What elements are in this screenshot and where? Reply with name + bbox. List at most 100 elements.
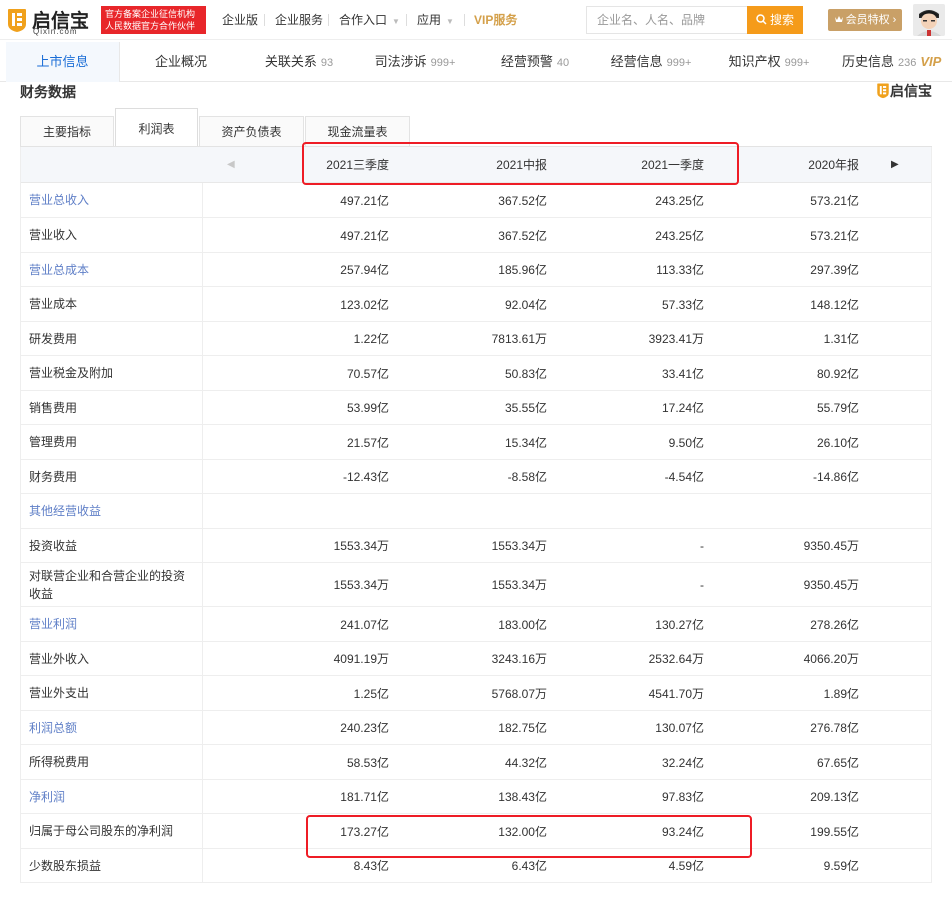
cell-value: 4541.70万 <box>648 686 704 701</box>
tab-intellectual-property[interactable]: 知识产权 999+ <box>712 42 826 82</box>
cell-value: 297.39亿 <box>810 263 859 277</box>
row-label[interactable]: 营业总收入 <box>21 183 203 217</box>
cell-value: 199.55亿 <box>810 824 859 839</box>
cell-value: 3243.16万 <box>491 652 547 666</box>
row-label[interactable]: 净利润 <box>21 780 203 813</box>
tab-count: 999+ <box>784 57 810 69</box>
cell-value <box>211 494 389 528</box>
row-label: 管理费用 <box>21 425 203 459</box>
member-privilege-button[interactable]: 会员特权 › <box>828 9 902 31</box>
user-avatar-icon <box>913 4 945 36</box>
nav-divider <box>264 14 265 26</box>
period-header: 2021一季度 <box>641 158 704 172</box>
nav-apps[interactable]: 应用 ▼ <box>417 0 454 40</box>
table-row: 营业利润 241.07亿 183.00亿 130.27亿 278.26亿 <box>21 607 931 642</box>
avatar[interactable] <box>913 4 945 36</box>
statement-tabs: 主要指标 利润表 资产负债表 现金流量表 <box>20 108 932 146</box>
tab-key-indicators[interactable]: 主要指标 <box>20 116 114 146</box>
table-row: 对联营企业和合营企业的投资收益 1553.34万 1553.34万 - 9350.45万 <box>21 563 931 607</box>
table-row: 营业外收入 4091.19万 3243.16万 2532.64万 4066.20万 <box>21 642 931 676</box>
table-row: 其他经营收益 <box>21 494 931 529</box>
cell-value: 9.59亿 <box>823 859 859 873</box>
cell-value: 55.79亿 <box>816 401 859 415</box>
cell-value: 4091.19万 <box>333 652 389 666</box>
cell-value: 5768.07万 <box>491 686 547 701</box>
cell-value: 240.23亿 <box>340 721 389 735</box>
table-row: 研发费用 1.22亿 7813.61万 3923.41万 1.31亿 <box>21 322 931 356</box>
tab-count: 999+ <box>666 57 692 69</box>
cell-value: 2532.64万 <box>648 652 704 666</box>
tab-listing-info[interactable]: 上市信息 <box>6 42 120 82</box>
tab-label: 经营信息 <box>610 54 663 69</box>
tab-income-statement[interactable]: 利润表 <box>115 108 198 146</box>
logo-mark-icon <box>877 83 889 99</box>
period-header: 2021三季度 <box>326 158 389 172</box>
row-label: 研发费用 <box>21 322 203 355</box>
table-row: 归属于母公司股东的净利润 173.27亿 132.00亿 93.24亿 199.55亿 <box>21 814 931 849</box>
row-label[interactable]: 营业利润 <box>21 607 203 641</box>
cell-value: 1553.34万 <box>491 578 547 592</box>
tab-cash-flow[interactable]: 现金流量表 <box>305 116 410 146</box>
row-label: 营业外收入 <box>21 642 203 675</box>
cell-value: -4.54亿 <box>664 470 704 484</box>
nav-enterprise-service[interactable]: 企业服务 <box>275 0 323 40</box>
cell-value: 4066.20万 <box>803 652 859 666</box>
row-label: 归属于母公司股东的净利润 <box>21 814 203 848</box>
vip-tag: VIP <box>920 54 942 69</box>
nav-vip-service[interactable]: VIP服务 <box>474 0 517 40</box>
next-period-arrow-icon[interactable]: ▶ <box>891 147 899 183</box>
cell-value: - <box>700 538 704 553</box>
row-label: 营业税金及附加 <box>21 356 203 390</box>
tab-label: 历史信息 <box>842 54 895 69</box>
cell-value: - <box>700 577 704 592</box>
row-label[interactable]: 利润总额 <box>21 711 203 744</box>
tab-litigation[interactable]: 司法涉诉 999+ <box>358 42 472 82</box>
cell-value: 67.65亿 <box>816 755 859 770</box>
cell-value: 573.21亿 <box>810 228 859 243</box>
table-row: 投资收益 1553.34万 1553.34万 - 9350.45万 <box>21 529 931 563</box>
cell-value: 92.04亿 <box>504 297 547 312</box>
cell-value: 278.26亿 <box>810 617 859 632</box>
cell-value: 50.83亿 <box>504 366 547 381</box>
cell-value: 1.89亿 <box>823 686 859 701</box>
cell-value: 209.13亿 <box>810 790 859 804</box>
tab-operation-info[interactable]: 经营信息 999+ <box>594 42 708 82</box>
nav-enterprise-edition[interactable]: 企业版 <box>222 0 258 40</box>
cell-value <box>549 494 704 528</box>
row-label: 营业外支出 <box>21 676 203 710</box>
tab-balance-sheet[interactable]: 资产负债表 <box>199 116 304 146</box>
nav-partner-entry[interactable]: 合作入口 ▼ <box>339 0 400 40</box>
search-button[interactable]: 搜索 <box>747 6 803 34</box>
tab-count: 93 <box>320 57 334 69</box>
cell-value: 1553.34万 <box>491 539 547 553</box>
cell-value: 276.78亿 <box>810 721 859 735</box>
cell-value: 1553.34万 <box>333 578 389 592</box>
cell-value: 1.31亿 <box>823 332 859 346</box>
row-label[interactable]: 其他经营收益 <box>21 494 203 528</box>
tab-count: 40 <box>556 57 570 69</box>
cell-value: 32.24亿 <box>661 755 704 770</box>
tab-label: 知识产权 <box>728 54 781 69</box>
tab-history[interactable]: 历史信息 236 VIP <box>832 42 952 82</box>
row-label[interactable]: 营业总成本 <box>21 253 203 286</box>
cell-value: 9350.45万 <box>803 578 859 592</box>
cell-value: 26.10亿 <box>816 435 859 450</box>
table-row: 管理费用 21.57亿 15.34亿 9.50亿 26.10亿 <box>21 425 931 460</box>
tab-relations[interactable]: 关联关系 93 <box>242 42 356 82</box>
tab-operation-warning[interactable]: 经营预警 40 <box>478 42 592 82</box>
top-bar: 启信宝 Qixin.com 官方备案企业征信机构 人民数据官方合作伙伴 企业版 … <box>0 0 952 40</box>
table-header: ◀ 2021三季度 2021中报 2021一季度 2020年报 ▶ <box>21 147 931 183</box>
tab-company-overview[interactable]: 企业概况 <box>124 42 238 82</box>
cell-value: 497.21亿 <box>340 193 389 208</box>
search-button-label: 搜索 <box>769 13 794 27</box>
company-tabs: 上市信息 企业概况 关联关系 93 司法涉诉 999+ 经营预警 40 经营信息 999… <box>0 42 952 82</box>
cell-value: 132.00亿 <box>498 824 547 839</box>
qixin-logo[interactable]: 启信宝 Qixin.com <box>6 5 94 36</box>
search-input[interactable] <box>587 7 747 33</box>
income-statement-table: ◀ 2021三季度 2021中报 2021一季度 2020年报 ▶ 营业总收入 4… <box>20 147 932 883</box>
logo-mark-icon <box>8 9 26 32</box>
table-row: 少数股东损益 8.43亿 6.43亿 4.59亿 9.59亿 <box>21 849 931 883</box>
brand-watermark-text: 启信宝 <box>890 83 932 99</box>
tab-label: 上市信息 <box>36 54 89 69</box>
tab-label: 企业概况 <box>154 54 207 69</box>
